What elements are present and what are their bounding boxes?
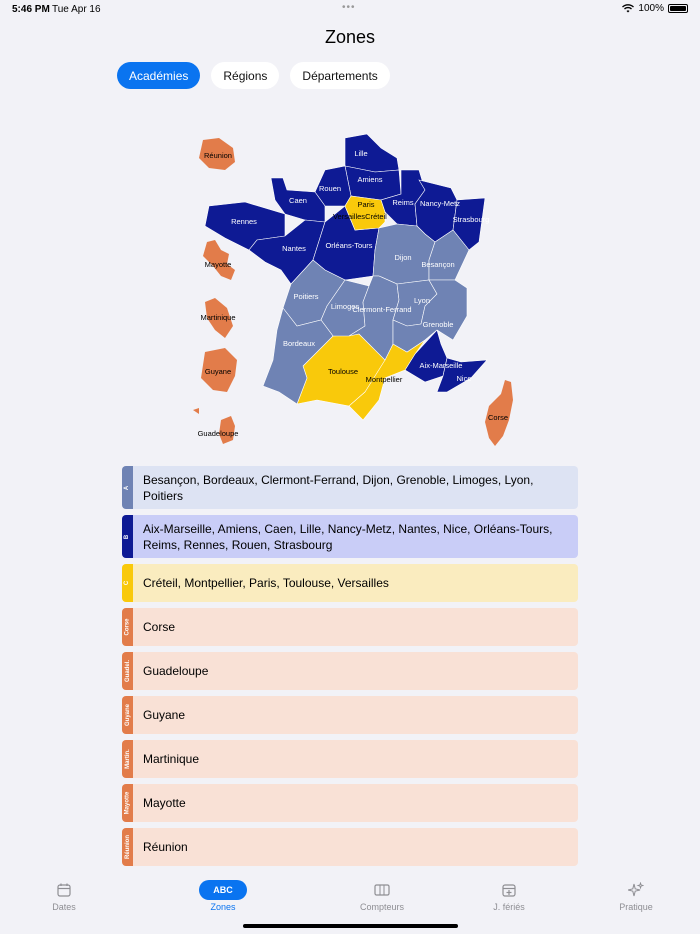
zone-row-mayotte[interactable]: Mayotte Mayotte (122, 784, 578, 822)
zone-text: Mayotte (143, 796, 186, 810)
map-label-dijon: Dijon (394, 253, 411, 262)
calendar-icon (24, 882, 104, 898)
map-region-lille[interactable] (344, 133, 400, 173)
zone-text: Aix-Marseille, Amiens, Caen, Lille, Nanc… (143, 521, 553, 552)
zone-row-guadeloupe[interactable]: Guadel. Guadeloupe (122, 652, 578, 690)
tab-dates[interactable]: Dates (24, 882, 104, 912)
zone-tag: C (122, 564, 133, 602)
zone-row-reunion[interactable]: Réunion Réunion (122, 828, 578, 866)
calendar-plus-icon (469, 882, 549, 898)
zone-row-a[interactable]: A Besançon, Bordeaux, Clermont-Ferrand, … (122, 466, 578, 509)
status-time: 5:46 PM (12, 4, 50, 15)
map-label-bordeaux: Bordeaux (283, 339, 315, 348)
map-label-nancy-metz: Nancy-Metz (420, 199, 460, 208)
zone-text: Réunion (143, 840, 188, 854)
segment-regions[interactable]: Régions (211, 62, 280, 89)
map-label-reims: Reims (392, 198, 414, 207)
tab-label: Dates (52, 902, 76, 912)
map-label-lille: Lille (354, 149, 367, 158)
map-label-creteil: Créteil (365, 212, 387, 221)
map-label-paris: Paris (357, 200, 374, 209)
zone-text: Besançon, Bordeaux, Clermont-Ferrand, Di… (143, 472, 534, 503)
zone-tag: Martin. (122, 740, 133, 778)
map-label-lyon: Lyon (414, 296, 430, 305)
battery-icon (668, 4, 688, 13)
zone-tag: Mayotte (122, 784, 133, 822)
multitask-dots-icon[interactable]: ••• (342, 2, 356, 13)
map-label-nantes: Nantes (282, 244, 306, 253)
tab-bar: Dates ABC Zones Compteurs J. fériés Prat… (0, 870, 700, 934)
zone-text: Guyane (143, 708, 186, 722)
zones-map: Lille Amiens Rouen Caen Rennes Paris Ver… (193, 133, 513, 446)
tab-zones[interactable]: ABC Zones (183, 880, 263, 912)
status-date: Tue Apr 16 (52, 4, 101, 15)
tab-label: J. fériés (493, 902, 525, 912)
zone-text: Guadeloupe (143, 664, 209, 678)
counter-icon (342, 882, 422, 898)
zone-row-c[interactable]: C Créteil, Montpellier, Paris, Toulouse,… (122, 564, 578, 602)
map-region-guadeloupe[interactable] (193, 408, 235, 444)
zone-tag: Réunion (122, 828, 133, 866)
wifi-icon (622, 4, 635, 13)
map-label-caen: Caen (289, 196, 307, 205)
zone-tag: B (122, 515, 133, 558)
home-indicator[interactable] (243, 924, 458, 928)
segment-academies[interactable]: Académies (117, 62, 201, 89)
zone-tag: Corse (122, 608, 133, 646)
map-label-reunion: Réunion (204, 151, 232, 160)
zone-list: A Besançon, Bordeaux, Clermont-Ferrand, … (122, 466, 578, 872)
map-label-versailles: Versailles (333, 212, 365, 221)
map-label-clermont-ferrand: Clermont-Ferrand (352, 305, 411, 314)
tab-label: Compteurs (359, 902, 404, 912)
map-label-aix-marseille: Aix-Marseille (420, 361, 463, 370)
zone-row-martinique[interactable]: Martin. Martinique (122, 740, 578, 778)
zone-tag: Guyane (122, 696, 133, 734)
map-label-amiens: Amiens (357, 175, 382, 184)
map-label-grenoble: Grenoble (423, 320, 454, 329)
map-label-guyane: Guyane (205, 367, 231, 376)
zone-text: Corse (143, 620, 176, 634)
map-label-mayotte: Mayotte (205, 260, 232, 269)
map-label-nice: Nice (456, 374, 471, 383)
segment-departements[interactable]: Départements (290, 62, 390, 89)
map-label-besancon: Besançon (421, 260, 454, 269)
tab-jours-feries[interactable]: J. fériés (469, 882, 549, 912)
map-label-orleans-tours: Orléans-Tours (325, 241, 372, 250)
map-label-strasbourg: Strasbourg (453, 215, 490, 224)
battery-percent: 100% (638, 3, 664, 14)
zone-row-guyane[interactable]: Guyane Guyane (122, 696, 578, 734)
map-label-guadeloupe: Guadeloupe (198, 429, 239, 438)
map-label-corse: Corse (488, 413, 508, 422)
map-label-montpellier: Montpellier (366, 375, 403, 384)
zone-text: Créteil, Montpellier, Paris, Toulouse, V… (143, 576, 389, 590)
status-right: 100% (622, 3, 688, 14)
map-label-rennes: Rennes (231, 217, 257, 226)
zone-tag: Guadel. (122, 652, 133, 690)
zone-row-b[interactable]: B Aix-Marseille, Amiens, Caen, Lille, Na… (122, 515, 578, 558)
tab-pratique[interactable]: Pratique (596, 882, 676, 912)
abc-icon: ABC (199, 880, 247, 900)
tab-compteurs[interactable]: Compteurs (342, 882, 422, 912)
zone-row-corse[interactable]: Corse Corse (122, 608, 578, 646)
page-title: Zones (324, 27, 376, 47)
map-label-martinique: Martinique (200, 313, 235, 322)
map-label-rouen: Rouen (319, 184, 341, 193)
segment-control: Académies Régions Départements (117, 62, 390, 89)
tab-label: Pratique (619, 902, 653, 912)
tab-label: Zones (210, 902, 236, 912)
sparkles-icon (596, 882, 676, 898)
zone-tag: A (122, 466, 133, 509)
map-label-toulouse: Toulouse (328, 367, 358, 376)
zone-text: Martinique (143, 752, 200, 766)
map-label-poitiers: Poitiers (293, 292, 318, 301)
status-bar: 5:46 PM Tue Apr 16 ••• 100% (0, 0, 700, 18)
